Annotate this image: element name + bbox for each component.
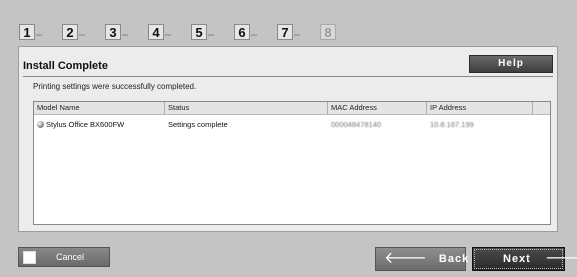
step-dots: ▫▫▫ (251, 33, 258, 39)
cancel-icon (23, 250, 36, 264)
step-3: 3 ▫▫▫ (105, 22, 128, 40)
step-number: 3 (105, 24, 121, 40)
table-row[interactable]: Stylus Office BX600FW Settings complete … (34, 118, 550, 131)
step-number: 2 (62, 24, 78, 40)
printer-status-icon (37, 121, 44, 128)
step-2: 2 ▫▫▫ (62, 22, 85, 40)
column-header-model[interactable]: Model Name (34, 102, 165, 114)
back-label: Back (438, 253, 470, 265)
printer-table: Model Name Status MAC Address IP Address… (33, 101, 551, 225)
step-number: 5 (191, 24, 207, 40)
title-divider (23, 76, 553, 77)
model-cell: Stylus Office BX600FW (34, 120, 165, 129)
step-dots: ▫▫▫ (36, 33, 43, 39)
step-dots: ▫▫▫ (294, 33, 301, 39)
column-header-ip[interactable]: IP Address (427, 102, 533, 114)
mac-cell: 000048478140 (331, 120, 382, 129)
install-complete-panel: Install Complete Help Printing settings … (18, 46, 558, 232)
arrow-right-icon: 🡒 (544, 250, 577, 267)
step-dots: ▫▫▫ (165, 33, 172, 39)
next-label: Next (503, 253, 531, 265)
cancel-button[interactable]: Cancel (18, 247, 110, 267)
column-header-status[interactable]: Status (165, 102, 328, 114)
step-5: 5 ▫▫▫ (191, 22, 214, 40)
next-button[interactable]: Next 🡒 (472, 247, 577, 271)
column-header-filler (533, 102, 550, 114)
ip-cell: 10.8.167.199 (430, 120, 474, 129)
model-name: Stylus Office BX600FW (46, 120, 125, 129)
step-6: 6 ▫▫▫ (234, 22, 257, 40)
step-dots: ▫▫▫ (122, 33, 129, 39)
step-1: 1 ▫▫▫ (19, 22, 42, 40)
step-number: 4 (148, 24, 164, 40)
column-header-mac[interactable]: MAC Address (328, 102, 427, 114)
status-cell: Settings complete (168, 120, 228, 129)
step-number: 7 (277, 24, 293, 40)
arrow-left-icon: 🡐 (384, 250, 427, 267)
step-4: 4 ▫▫▫ (148, 22, 171, 40)
status-message: Printing settings were successfully comp… (33, 82, 197, 91)
step-number: 8 (320, 24, 336, 40)
back-button[interactable]: 🡐 Back (375, 247, 470, 271)
step-dots: ▫▫▫ (79, 33, 86, 39)
step-7: 7 ▫▫▫ (277, 22, 300, 40)
step-number: 6 (234, 24, 250, 40)
table-header: Model Name Status MAC Address IP Address (34, 102, 550, 115)
step-8: 8 (320, 22, 336, 40)
help-button[interactable]: Help (469, 55, 553, 73)
step-dots: ▫▫▫ (208, 33, 215, 39)
step-number: 1 (19, 24, 35, 40)
panel-title: Install Complete (23, 60, 108, 72)
cancel-label: Cancel (56, 252, 85, 262)
